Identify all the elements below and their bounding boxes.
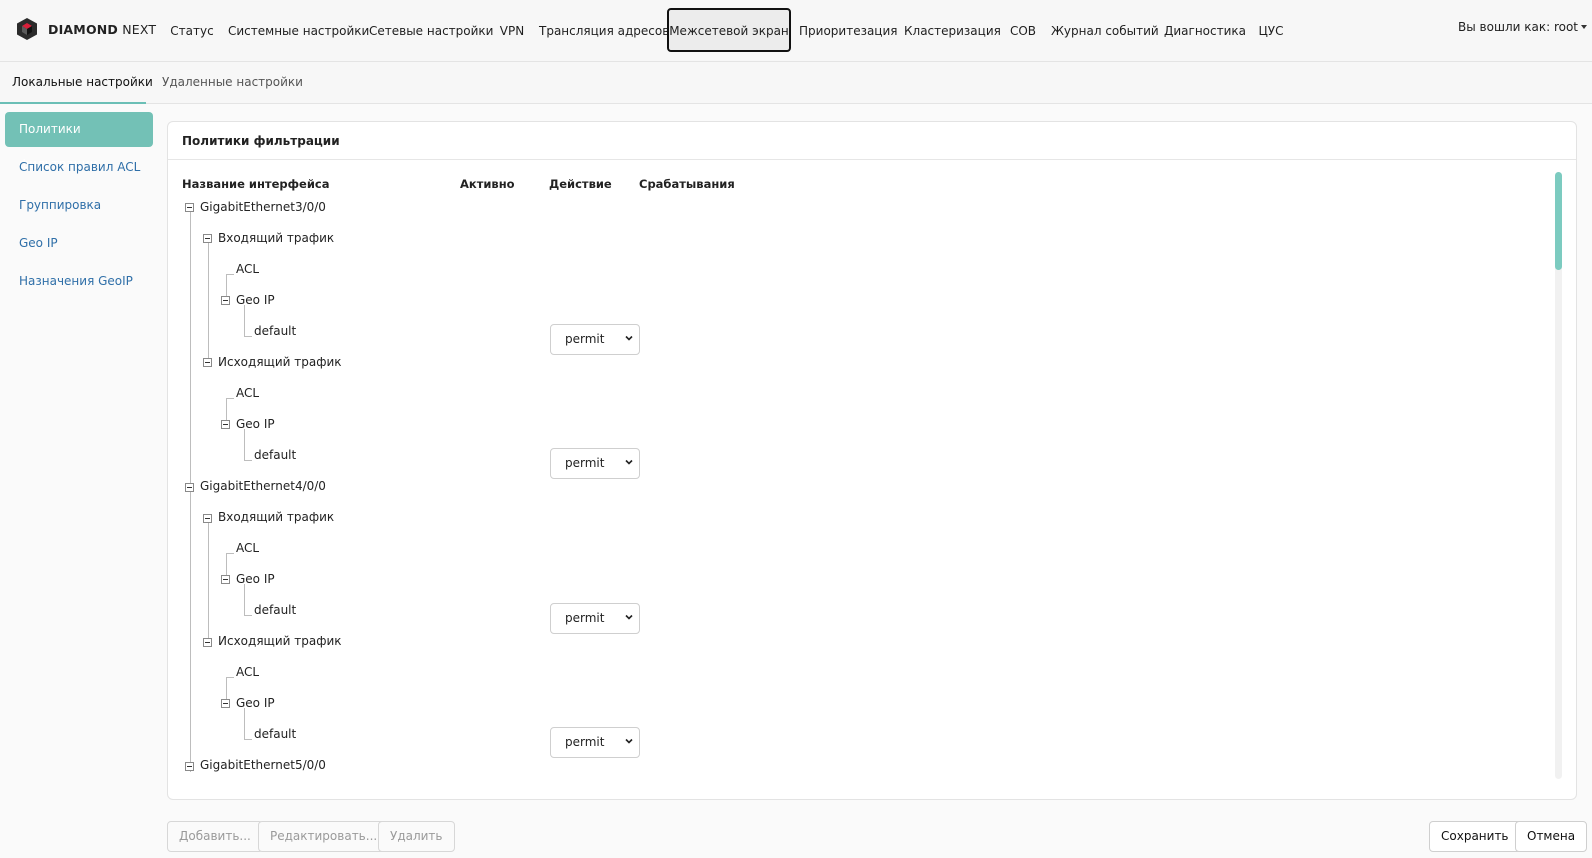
nav-ids[interactable]: СОВ bbox=[1005, 8, 1041, 52]
tree-line bbox=[244, 584, 245, 615]
brand[interactable]: DIAMOND NEXT bbox=[15, 17, 156, 41]
tree-line bbox=[244, 615, 252, 616]
nav-qos[interactable]: Приоритезация bbox=[797, 8, 898, 52]
tree-line bbox=[244, 708, 245, 739]
filter-policies-panel: Политики фильтрации Название интерфейса … bbox=[167, 121, 1577, 800]
nav-system-settings[interactable]: Системные настройки bbox=[226, 8, 369, 52]
nav-cms[interactable]: ЦУС bbox=[1253, 8, 1289, 52]
nav-nat[interactable]: Трансляция адресов bbox=[537, 8, 669, 52]
column-interface-name: Название интерфейса bbox=[182, 177, 330, 191]
tree-node-default[interactable]: default bbox=[254, 727, 296, 741]
tree-line bbox=[226, 274, 234, 275]
tree-node-interface[interactable]: GigabitEthernet5/0/0 bbox=[200, 758, 326, 772]
action-select-value: permit bbox=[565, 456, 605, 470]
action-select-value: permit bbox=[565, 611, 605, 625]
tree-node-default[interactable]: default bbox=[254, 448, 296, 462]
tree-node-default[interactable]: default bbox=[254, 324, 296, 338]
collapse-toggle-icon[interactable] bbox=[203, 358, 212, 367]
action-select[interactable]: permit bbox=[550, 603, 640, 634]
nav-diagnostics[interactable]: Диагностика bbox=[1162, 8, 1246, 52]
tree-node-interface[interactable]: GigabitEthernet3/0/0 bbox=[200, 200, 326, 214]
tree-line bbox=[208, 522, 209, 646]
action-select-value: permit bbox=[565, 735, 605, 749]
tree-line bbox=[244, 305, 245, 336]
tree-node-inbound[interactable]: Входящий трафик bbox=[218, 231, 334, 245]
sidebar-item-filter-policies[interactable]: Политики фильтрации bbox=[5, 112, 153, 171]
tree-node-geoip[interactable]: Geo IP bbox=[236, 417, 275, 431]
nav-vpn[interactable]: VPN bbox=[494, 8, 530, 52]
delete-button[interactable]: Удалить bbox=[378, 821, 455, 852]
nav-event-log[interactable]: Журнал событий bbox=[1049, 8, 1159, 52]
collapse-toggle-icon[interactable] bbox=[203, 514, 212, 523]
active-tab-indicator bbox=[0, 102, 146, 104]
cancel-button[interactable]: Отмена bbox=[1515, 821, 1588, 852]
tab-local-settings[interactable]: Локальные настройки bbox=[12, 75, 153, 89]
action-select[interactable]: permit bbox=[550, 727, 640, 758]
tab-remote-settings[interactable]: Удаленные настройки bbox=[162, 75, 303, 89]
nav-firewall[interactable]: Межсетевой экран bbox=[667, 8, 791, 52]
tree-node-geoip[interactable]: Geo IP bbox=[236, 696, 275, 710]
tree-line bbox=[244, 739, 252, 740]
collapse-toggle-icon[interactable] bbox=[203, 234, 212, 243]
tree-node-acl[interactable]: ACL bbox=[236, 386, 259, 400]
tree-node-acl[interactable]: ACL bbox=[236, 665, 259, 679]
action-select[interactable]: permit bbox=[550, 448, 640, 479]
chevron-down-icon bbox=[625, 335, 633, 341]
tree-node-outbound[interactable]: Исходящий трафик bbox=[218, 634, 342, 648]
scrollbar-thumb[interactable] bbox=[1555, 172, 1562, 270]
chevron-down-icon bbox=[625, 459, 633, 465]
collapse-toggle-icon[interactable] bbox=[185, 762, 194, 771]
tree-node-acl[interactable]: ACL bbox=[236, 262, 259, 276]
save-button[interactable]: Сохранить bbox=[1429, 821, 1521, 852]
caret-down-icon bbox=[1581, 25, 1587, 29]
tree-node-geoip[interactable]: Geo IP bbox=[236, 293, 275, 307]
sidebar-item-geoip-assignments[interactable]: Назначения GeoIP bbox=[5, 264, 153, 299]
action-select[interactable]: permit bbox=[550, 324, 640, 355]
tree-line bbox=[244, 429, 245, 460]
tree-line bbox=[208, 243, 209, 366]
collapse-toggle-icon[interactable] bbox=[221, 296, 230, 305]
tree-line bbox=[190, 212, 191, 772]
collapse-toggle-icon[interactable] bbox=[221, 699, 230, 708]
column-hits: Срабатывания bbox=[639, 177, 735, 191]
user-label: Вы вошли как: root bbox=[1458, 20, 1578, 34]
diamond-logo-icon bbox=[17, 18, 37, 40]
tree-node-interface[interactable]: GigabitEthernet4/0/0 bbox=[200, 479, 326, 493]
top-navbar: DIAMOND NEXT Статус Системные настройки … bbox=[0, 0, 1592, 62]
add-button[interactable]: Добавить... bbox=[167, 821, 263, 852]
collapse-toggle-icon[interactable] bbox=[185, 483, 194, 492]
tree-line bbox=[226, 677, 234, 678]
sidebar-item-grouping[interactable]: Группировка bbox=[5, 188, 153, 223]
collapse-toggle-icon[interactable] bbox=[221, 420, 230, 429]
tree-node-outbound[interactable]: Исходящий трафик bbox=[218, 355, 342, 369]
tree-line bbox=[244, 460, 252, 461]
sidebar-item-acl-rules[interactable]: Список правил ACL bbox=[5, 150, 153, 185]
nav-clustering[interactable]: Кластеризация bbox=[902, 8, 1001, 52]
nav-network-settings[interactable]: Сетевые настройки bbox=[367, 8, 493, 52]
brand-name: DIAMOND NEXT bbox=[48, 21, 157, 37]
tree-node-inbound[interactable]: Входящий трафик bbox=[218, 510, 334, 524]
tree-node-default[interactable]: default bbox=[254, 603, 296, 617]
tree-line bbox=[226, 398, 234, 399]
collapse-toggle-icon[interactable] bbox=[185, 203, 194, 212]
nav-status[interactable]: Статус bbox=[167, 8, 217, 52]
column-active: Активно bbox=[460, 177, 515, 191]
collapse-toggle-icon[interactable] bbox=[203, 638, 212, 647]
tree-node-acl[interactable]: ACL bbox=[236, 541, 259, 555]
tree-scrollbar[interactable] bbox=[1555, 172, 1562, 779]
chevron-down-icon bbox=[625, 614, 633, 620]
chevron-down-icon bbox=[625, 738, 633, 744]
sidebar-item-geo-ip[interactable]: Geo IP bbox=[5, 226, 153, 261]
edit-button[interactable]: Редактировать... bbox=[258, 821, 390, 852]
collapse-toggle-icon[interactable] bbox=[221, 575, 230, 584]
panel-title: Политики фильтрации bbox=[168, 122, 1576, 160]
user-menu[interactable]: Вы вошли как: root bbox=[1458, 20, 1587, 34]
tree-node-geoip[interactable]: Geo IP bbox=[236, 572, 275, 586]
column-action: Действие bbox=[549, 177, 612, 191]
tree-line bbox=[226, 553, 234, 554]
action-select-value: permit bbox=[565, 332, 605, 346]
tree-line bbox=[244, 336, 252, 337]
settings-tabs: Локальные настройки Удаленные настройки bbox=[0, 62, 1592, 104]
